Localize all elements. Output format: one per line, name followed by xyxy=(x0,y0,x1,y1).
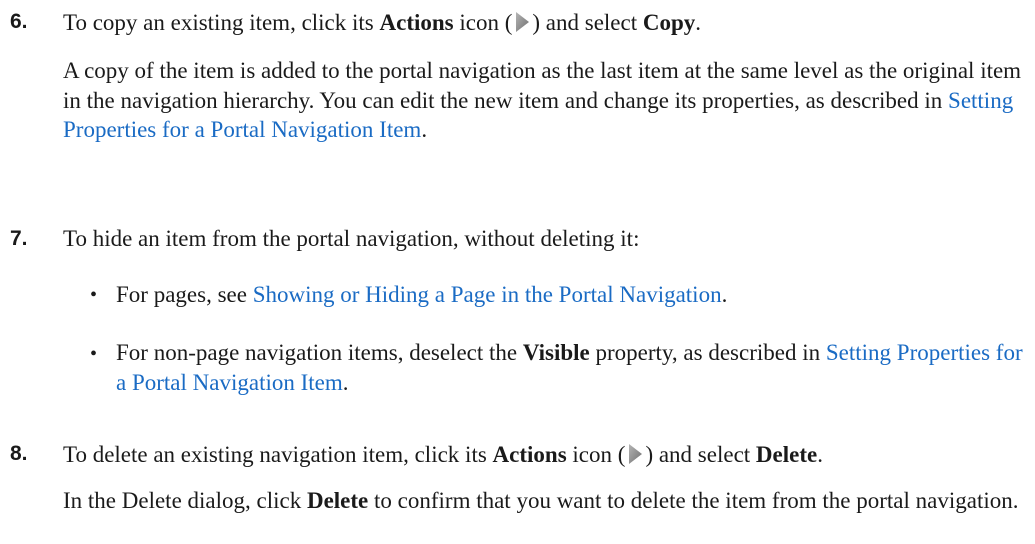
visible-label: Visible xyxy=(522,340,590,365)
delete-label: Delete xyxy=(306,488,369,513)
delete-label: Delete xyxy=(755,442,818,467)
step-number: 6. xyxy=(10,10,28,33)
actions-label: Actions xyxy=(379,10,454,35)
step-instruction: To copy an existing item, click its Acti… xyxy=(63,10,702,35)
link-showing-hiding-page[interactable]: Showing or Hiding a Page in the Portal N… xyxy=(253,282,722,307)
step-instruction: To hide an item from the portal navigati… xyxy=(63,226,640,251)
bullet-icon: • xyxy=(90,343,98,365)
copy-label: Copy xyxy=(642,10,696,35)
step-description: A copy of the item is added to the porta… xyxy=(63,58,1022,142)
actions-triangle-icon xyxy=(513,10,531,34)
step-description: In the Delete dialog, click Delete to co… xyxy=(63,488,1019,513)
actions-triangle-icon xyxy=(626,442,644,466)
actions-label: Actions xyxy=(492,442,567,467)
bullet-item: For non-page navigation items, deselect … xyxy=(116,340,1023,395)
step-number: 7. xyxy=(10,227,28,250)
bullet-item: For pages, see Showing or Hiding a Page … xyxy=(116,282,728,307)
bullet-icon: • xyxy=(90,284,98,306)
step-instruction: To delete an existing navigation item, c… xyxy=(63,442,823,467)
step-number: 8. xyxy=(10,442,28,465)
